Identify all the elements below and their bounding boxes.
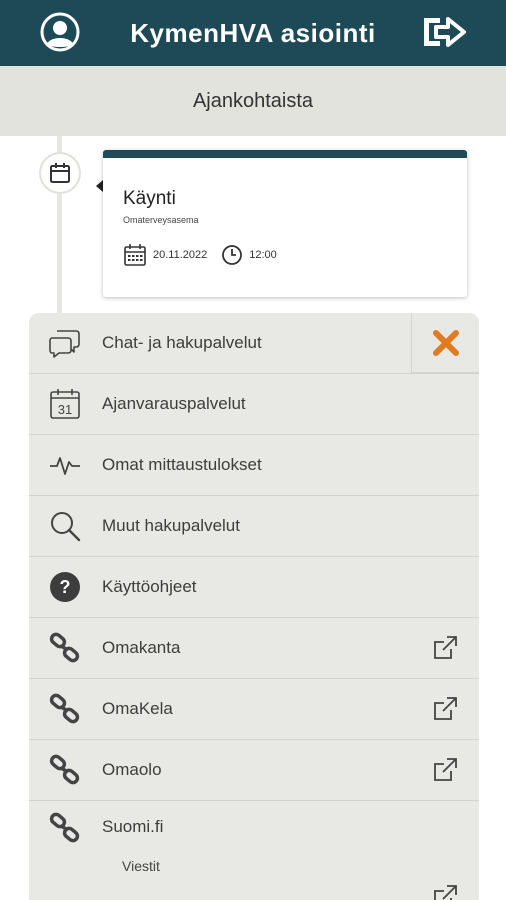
link-icon — [48, 631, 82, 665]
link-icon — [48, 753, 82, 787]
appointment-title: Käynti — [123, 188, 176, 209]
timeline-node — [39, 152, 81, 194]
menu-sublabel-viestit[interactable]: Viestit — [122, 858, 160, 874]
calendar-icon — [50, 163, 70, 183]
user-circle-icon — [40, 12, 80, 52]
appointment-location: Omaterveysasema — [123, 215, 199, 225]
external-link-icon — [431, 634, 459, 662]
menu-item-help[interactable]: ? Käyttöohjeet — [29, 557, 479, 618]
appointment-card[interactable]: Käynti Omaterveysasema 20.11.2022 12:00 — [103, 150, 467, 297]
search-icon — [48, 509, 82, 543]
menu-label: Omakanta — [102, 638, 181, 657]
chat-icon — [48, 326, 82, 360]
external-link-icon — [431, 883, 459, 900]
date-calendar-icon — [123, 243, 147, 267]
logout-button[interactable] — [420, 12, 468, 52]
pulse-icon — [48, 448, 82, 482]
app-header: KymenHVA asiointi — [0, 0, 506, 66]
external-link-icon — [431, 695, 459, 723]
logout-icon — [424, 17, 466, 47]
section-title-bar: Ajankohtaista — [0, 66, 506, 136]
link-icon — [48, 811, 82, 845]
menu-item-measurements[interactable]: Omat mittaustulokset — [29, 435, 479, 496]
menu-item-omakela[interactable]: OmaKela — [29, 679, 479, 740]
appointment-date: 20.11.2022 — [153, 249, 208, 261]
svg-text:31: 31 — [58, 402, 72, 417]
menu-item-omakanta[interactable]: Omakanta — [29, 618, 479, 679]
calendar-31-icon: 31 — [48, 387, 82, 421]
section-title: Ajankohtaista — [192, 89, 314, 112]
menu-item-suomifi[interactable]: Suomi.fi — [29, 801, 479, 900]
menu-label: Chat- ja hakupalvelut — [102, 333, 262, 352]
menu-label: Omaolo — [102, 760, 162, 779]
card-pointer — [96, 180, 103, 192]
close-menu-button[interactable] — [411, 313, 479, 373]
svg-text:?: ? — [60, 577, 71, 597]
user-profile-button[interactable] — [40, 12, 80, 52]
menu-label: OmaKela — [102, 699, 173, 718]
appointment-meta: 20.11.2022 12:00 — [123, 243, 277, 267]
link-icon — [48, 692, 82, 726]
services-menu: Chat- ja hakupalvelut 31 Ajanvarauspalve… — [29, 313, 479, 900]
clock-icon — [221, 244, 243, 266]
menu-item-omaolo[interactable]: Omaolo — [29, 740, 479, 801]
menu-label: Muut hakupalvelut — [102, 516, 240, 535]
close-icon — [432, 329, 459, 356]
app-title: KymenHVA asiointi — [130, 17, 376, 48]
external-link-icon — [431, 756, 459, 784]
menu-label: Käyttöohjeet — [102, 577, 197, 596]
help-icon: ? — [48, 570, 82, 604]
menu-item-other-search[interactable]: Muut hakupalvelut — [29, 496, 479, 557]
menu-label: Omat mittaustulokset — [102, 455, 262, 474]
menu-label: Suomi.fi — [102, 817, 164, 836]
appointment-time: 12:00 — [249, 249, 277, 261]
menu-item-booking[interactable]: 31 Ajanvarauspalvelut — [29, 374, 479, 435]
menu-label: Ajanvarauspalvelut — [102, 394, 246, 413]
